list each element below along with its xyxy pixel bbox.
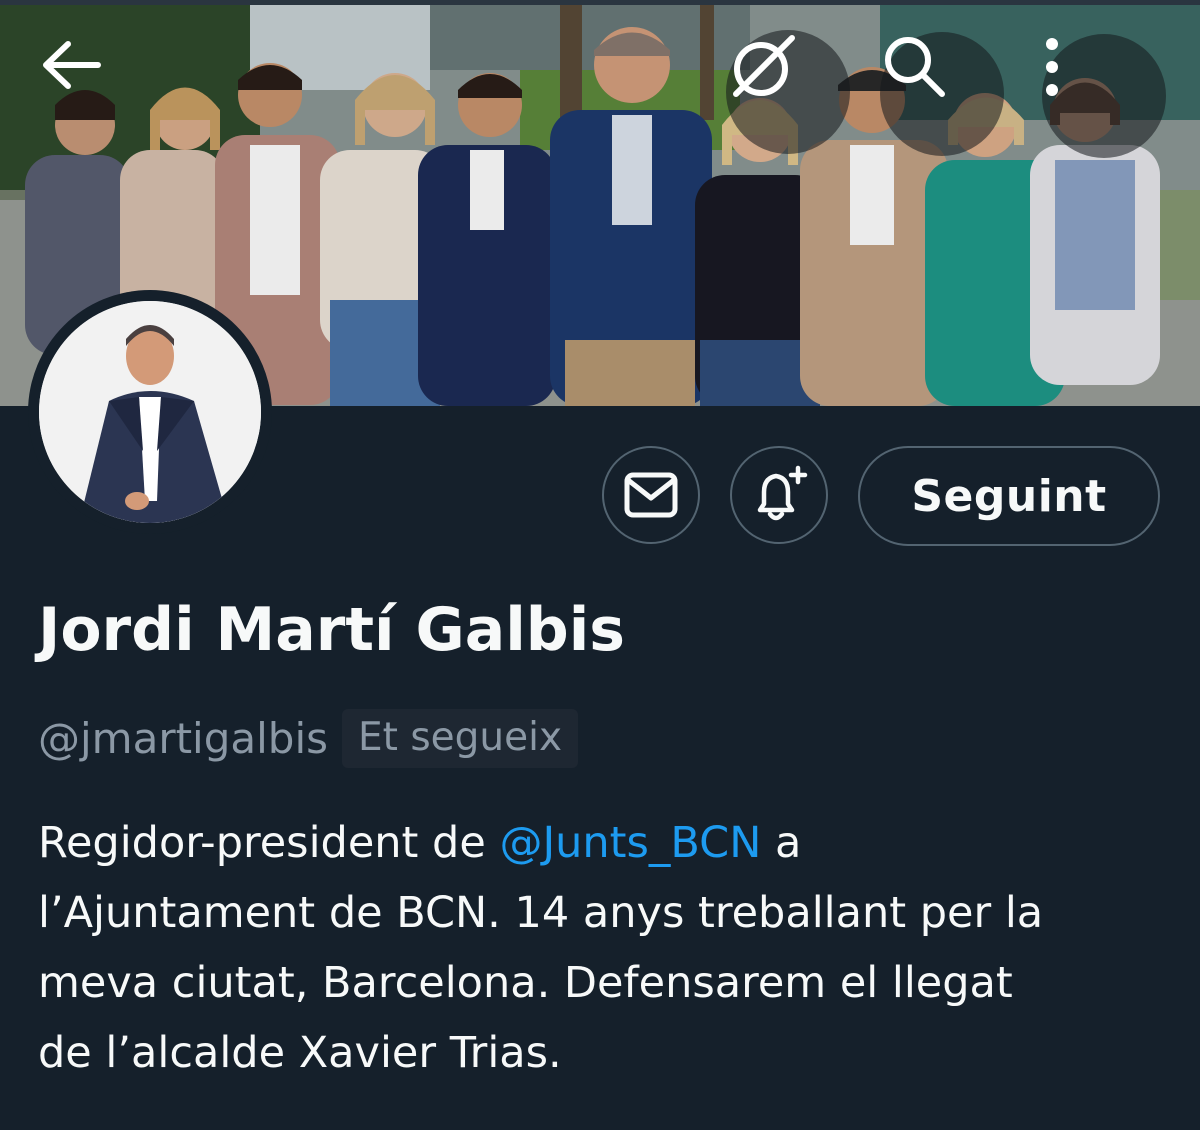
profile-page: Seguint Jordi Martí Galbis @jmartigalbis… xyxy=(0,0,1200,1130)
message-button[interactable] xyxy=(602,446,700,544)
grok-icon xyxy=(733,35,795,97)
profile-name: Jordi Martí Galbis xyxy=(38,595,625,665)
bio-line-1: Regidor-president de @Junts_BCN a xyxy=(38,808,1178,878)
more-vertical-icon xyxy=(1046,38,1058,96)
bio-text: Regidor-president de xyxy=(38,818,500,868)
handle-row: @jmartigalbis Et segueix xyxy=(38,705,579,771)
search-icon xyxy=(885,37,945,97)
more-button[interactable] xyxy=(1042,34,1166,158)
profile-bio: Regidor-president de @Junts_BCN a l’Ajun… xyxy=(38,808,1178,1088)
following-button[interactable]: Seguint xyxy=(858,446,1160,546)
grok-button[interactable] xyxy=(726,30,850,154)
envelope-icon xyxy=(624,472,678,518)
bio-text: a xyxy=(761,818,802,868)
bio-line-3: meva ciutat, Barcelona. Defensarem el ll… xyxy=(38,958,1013,1008)
bell-plus-icon xyxy=(757,465,808,521)
status-bar-edge xyxy=(0,0,1200,5)
avatar[interactable] xyxy=(28,290,272,534)
arrow-left-icon xyxy=(43,41,101,89)
profile-handle: @jmartigalbis xyxy=(38,713,329,763)
back-button[interactable] xyxy=(40,40,140,150)
notifications-button[interactable] xyxy=(730,446,828,544)
follows-you-badge: Et segueix xyxy=(342,708,579,768)
bio-line-2: l’Ajuntament de BCN. 14 anys treballant … xyxy=(38,888,1044,938)
bio-mention-link[interactable]: @Junts_BCN xyxy=(499,818,761,868)
bio-line-4: de l’alcalde Xavier Trias. xyxy=(38,1028,562,1078)
avatar-photo xyxy=(39,301,261,523)
search-button[interactable] xyxy=(880,32,1004,156)
